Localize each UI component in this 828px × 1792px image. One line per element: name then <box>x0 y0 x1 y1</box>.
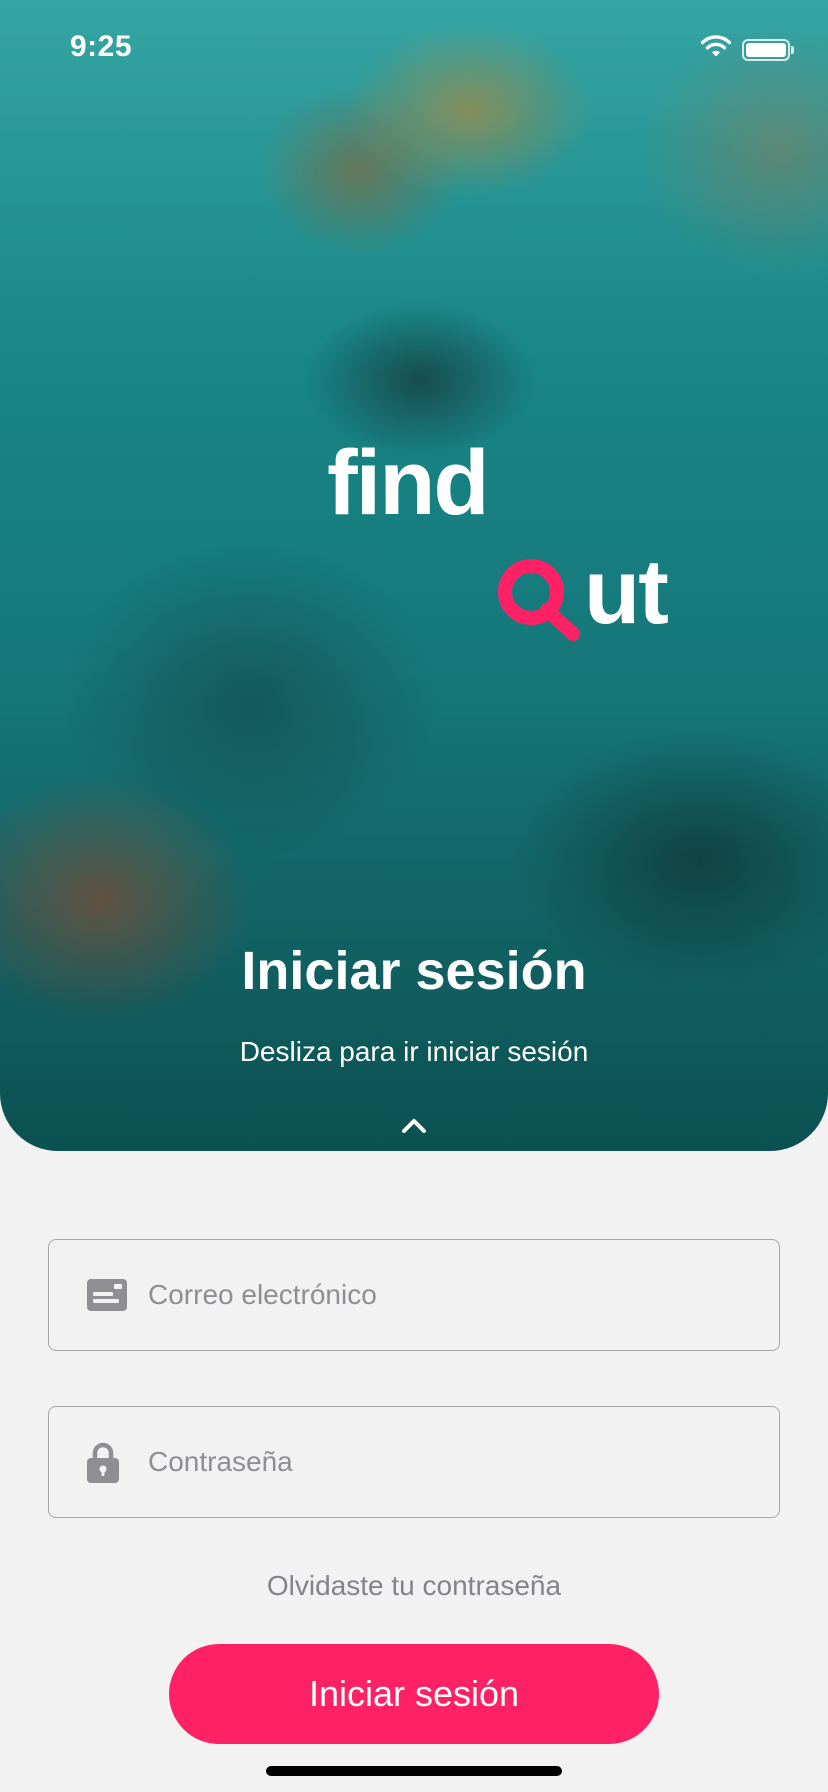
email-input[interactable] <box>146 1239 759 1351</box>
magnifier-icon <box>498 559 580 641</box>
status-time: 9:25 <box>70 30 133 63</box>
login-button-label: Iniciar sesión <box>308 1673 520 1714</box>
hero-title: Iniciar sesión <box>241 941 587 1001</box>
app-logo: ut <box>493 541 669 643</box>
id-card-icon <box>87 1279 127 1311</box>
login-button[interactable]: Iniciar sesión <box>169 1644 659 1744</box>
hero-subtitle: Desliza para ir iniciar sesión <box>239 1036 589 1067</box>
email-field[interactable] <box>48 1239 780 1351</box>
lock-icon <box>87 1442 119 1483</box>
home-indicator <box>266 1766 562 1776</box>
battery-icon <box>742 39 794 61</box>
wifi-icon <box>700 35 732 57</box>
chevron-up-icon[interactable] <box>400 1117 428 1135</box>
forgot-password-link[interactable]: Olvidaste tu contraseña <box>0 1570 828 1602</box>
hero-background-image: 9:25 find ut Iniciar sesión Desliza para… <box>0 0 828 1151</box>
status-bar: 9:25 <box>0 0 828 100</box>
password-input[interactable] <box>146 1406 759 1518</box>
logo-word-ut: ut <box>584 541 669 643</box>
logo-word-find: find <box>327 432 490 534</box>
password-field[interactable] <box>48 1406 780 1518</box>
